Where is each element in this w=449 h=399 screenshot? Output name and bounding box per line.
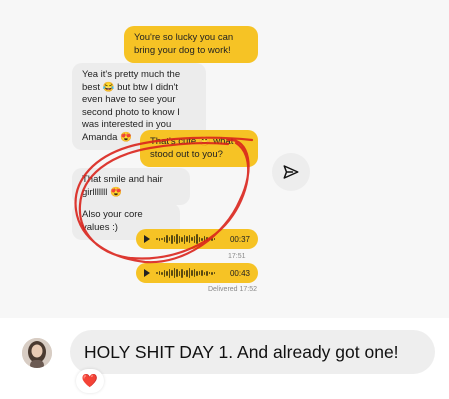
audio-duration: 00:43 [229, 268, 250, 278]
message-received-2: That smile and hair girlllllll 😍 [72, 168, 190, 205]
chat-screenshot: You're so lucky you can bring your dog t… [0, 0, 449, 318]
play-icon[interactable] [144, 269, 150, 277]
delivered-status: Delivered 17:52 [208, 286, 258, 293]
waveform [156, 267, 225, 279]
heart-reaction[interactable]: ❤️ [76, 369, 104, 393]
comment-text: HOLY SHIT DAY 1. And already got one! [70, 330, 435, 374]
send-button[interactable] [272, 153, 310, 191]
voice-message-1[interactable]: 00:37 [136, 229, 258, 249]
paper-plane-icon [283, 165, 299, 179]
avatar-image [22, 338, 52, 368]
play-icon[interactable] [144, 235, 150, 243]
voice-message-2[interactable]: 00:43 [136, 263, 258, 283]
message-sent-1: You're so lucky you can bring your dog t… [124, 26, 258, 63]
audio-duration: 00:37 [229, 234, 250, 244]
message-timestamp: 17:51 [228, 253, 246, 260]
message-sent-2: That's cute 😊 what stood out to you? [140, 130, 258, 167]
heart-icon: ❤️ [81, 373, 99, 388]
waveform [156, 233, 225, 245]
avatar[interactable] [22, 338, 52, 368]
